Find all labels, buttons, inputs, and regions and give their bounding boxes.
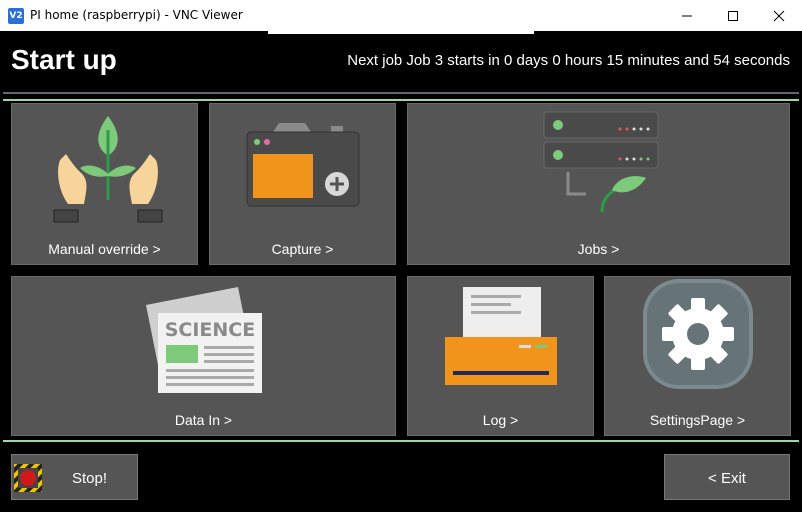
vnc-logo-icon: V2 <box>8 8 24 24</box>
page-title: Start up <box>11 44 117 75</box>
log-tile[interactable]: Log > <box>407 276 594 436</box>
data-in-label: Data In > <box>174 412 233 428</box>
jobs-label: Jobs > <box>577 241 620 257</box>
jobs-tile[interactable]: Jobs > <box>407 103 790 265</box>
capture-label: Capture > <box>271 241 334 257</box>
minimize-button[interactable] <box>664 0 710 31</box>
camera-icon <box>246 123 360 207</box>
settings-tile[interactable]: SettingsPage > <box>604 276 791 436</box>
stop-button[interactable]: Stop! <box>11 454 138 500</box>
newspaper-text: SCIENCE <box>165 319 256 341</box>
close-icon <box>773 10 785 22</box>
vnc-toolbar-tab[interactable] <box>268 29 534 34</box>
divider <box>3 440 799 442</box>
emergency-stop-icon <box>14 464 42 492</box>
window-title: PI home (raspberrypi) - VNC Viewer <box>30 8 243 22</box>
manual-override-label: Manual override > <box>48 241 161 257</box>
exit-button[interactable]: < Exit <box>664 454 790 500</box>
data-in-tile[interactable]: SCIENCE Data In > <box>11 276 396 436</box>
log-label: Log > <box>482 412 519 428</box>
close-button[interactable] <box>756 0 802 31</box>
next-job-status: Next job Job 3 starts in 0 days 0 hours … <box>347 52 790 69</box>
printer-icon <box>445 287 557 385</box>
window-titlebar: V2 PI home (raspberrypi) - VNC Viewer <box>0 0 802 31</box>
settings-label: SettingsPage > <box>649 412 746 428</box>
maximize-button[interactable] <box>710 0 756 31</box>
manual-override-tile[interactable]: Manual override > <box>11 103 198 265</box>
stop-label: Stop! <box>72 470 108 487</box>
minimize-icon <box>682 15 692 17</box>
capture-tile[interactable]: Capture > <box>209 103 396 265</box>
gear-icon <box>643 279 753 389</box>
maximize-icon <box>728 11 738 21</box>
exit-label: < Exit <box>708 470 746 487</box>
divider <box>3 92 799 94</box>
hands-plant-icon <box>53 116 163 223</box>
divider <box>3 99 799 101</box>
newspaper-icon: SCIENCE <box>146 287 262 393</box>
servers-leaf-icon <box>543 111 659 213</box>
